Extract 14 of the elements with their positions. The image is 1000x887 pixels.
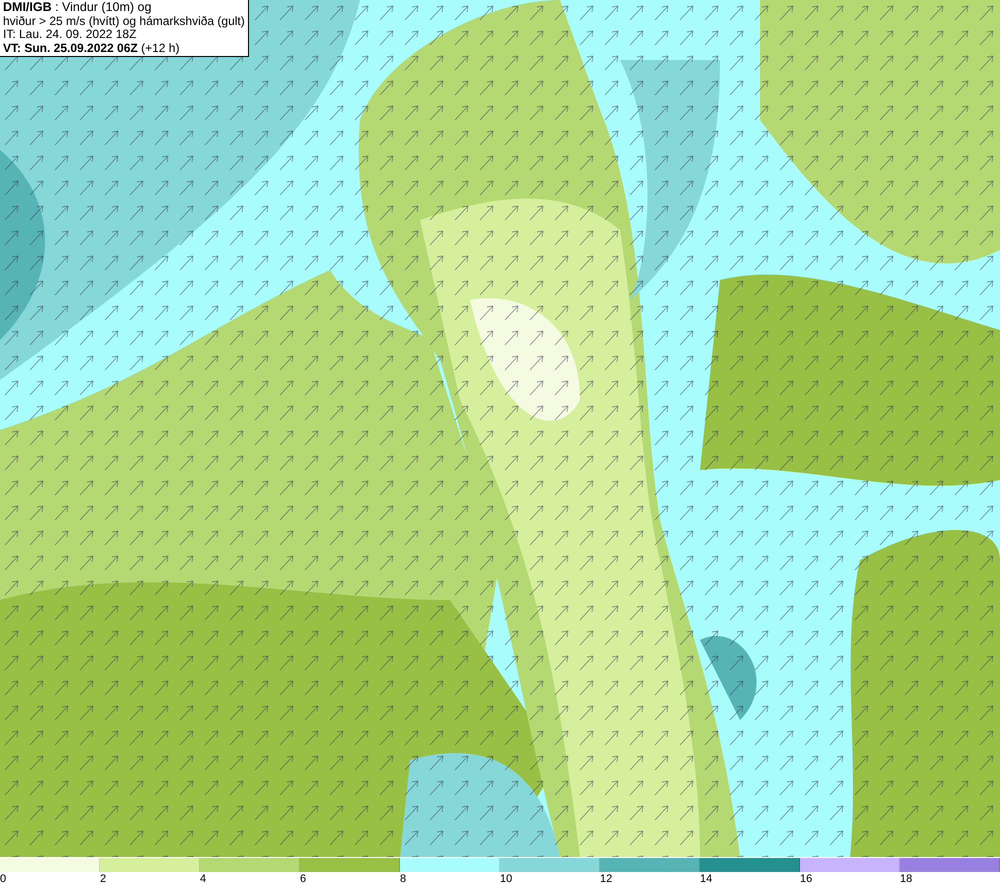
legend-label: 14 [700,873,712,886]
legend-label: 0 [0,873,6,886]
legend-label: 4 [200,873,206,886]
legend-label: 8 [400,873,406,886]
title-line: IT: Lau. 24. 09. 2022 18Z [3,28,138,42]
legend-label: 2 [100,873,106,886]
title-line: hviður > 25 m/s (hvítt) og hámarkshviða (gult) [3,14,245,28]
legend-label: 6 [300,873,306,886]
legend-label: 12 [600,873,612,886]
legend-label: 18 [900,873,912,886]
legend-label: 10 [500,873,512,886]
legend-label: 16 [800,873,812,886]
title-line: DMI/IGB : Vindur (10m) og [3,1,152,14]
title-line: VT: Sun. 25.09.2022 06Z (+12 h) [3,42,180,55]
